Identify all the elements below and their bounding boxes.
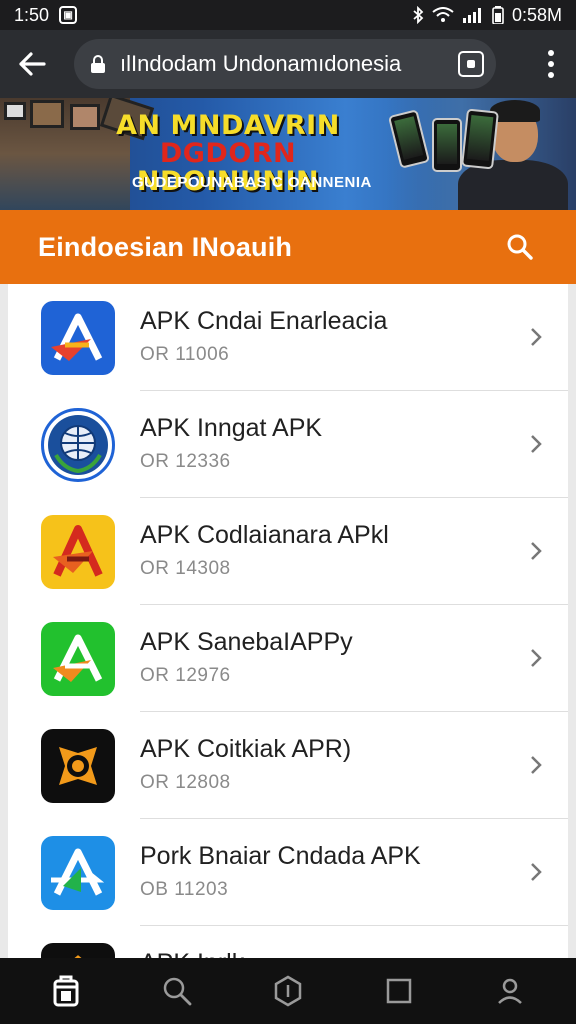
promo-banner[interactable]: AN MNDAVRIN DGDORN NDOINUNIN GUDEPOUNABA… bbox=[0, 98, 576, 210]
list-item[interactable]: APK Inrlk bbox=[8, 926, 568, 958]
banner-phone bbox=[387, 109, 431, 169]
url-text: ılIndodam Undonamıdonesia bbox=[120, 51, 402, 76]
app-name: Pork Bnaiar Cndada APK bbox=[140, 842, 421, 870]
search-button[interactable] bbox=[502, 229, 538, 265]
status-bar: 1:50 ▣ 0:58M bbox=[0, 0, 576, 30]
menu-dot bbox=[548, 61, 554, 67]
app-code: OR 14308 bbox=[140, 558, 231, 579]
yellow-a-icon bbox=[41, 514, 115, 589]
square-icon bbox=[386, 978, 412, 1004]
app-code: OB 11203 bbox=[140, 879, 229, 900]
chevron-right-icon bbox=[524, 536, 548, 566]
banner-phone bbox=[432, 118, 462, 172]
app-list-container: APK Cndai Enarleacia OR 11006 APK Inngat… bbox=[0, 284, 576, 958]
app-name: APK Inrlk bbox=[140, 948, 244, 958]
list-item[interactable]: APK SanebaIAPPy OR 12976 bbox=[8, 605, 568, 712]
tabs-button[interactable] bbox=[458, 51, 484, 77]
battery-icon bbox=[492, 6, 504, 24]
search-icon bbox=[507, 234, 533, 260]
app-code: OR 12808 bbox=[140, 772, 231, 793]
list-item[interactable]: Pork Bnaiar Cndada APK OB 11203 bbox=[8, 819, 568, 926]
page-title: Eindoesian INoauih bbox=[38, 231, 293, 262]
status-time-left: 1:50 bbox=[14, 4, 50, 25]
store-bag-icon bbox=[53, 975, 79, 1007]
lock-icon bbox=[90, 54, 112, 74]
nav-search-button[interactable] bbox=[152, 966, 202, 1016]
nav-back-button[interactable] bbox=[263, 966, 313, 1016]
app-name: APK SanebaIAPPy bbox=[140, 628, 353, 656]
banner-photo-frame bbox=[30, 100, 64, 128]
chevron-right-icon bbox=[524, 643, 548, 673]
menu-dot bbox=[548, 72, 554, 78]
app-code: OR 12336 bbox=[140, 451, 231, 472]
address-bar[interactable]: ılIndodam Undonamıdonesia bbox=[74, 39, 496, 89]
nav-home-button[interactable] bbox=[41, 966, 91, 1016]
overflow-menu-button[interactable] bbox=[536, 42, 566, 86]
app-name: APK Cndai Enarleacia bbox=[140, 307, 388, 335]
orange-gear-icon bbox=[41, 728, 115, 803]
list-item[interactable]: APK Codlaianara APkl OR 14308 bbox=[8, 498, 568, 605]
chevron-right-icon bbox=[524, 322, 548, 352]
profile-icon bbox=[498, 978, 523, 1004]
app-code: OR 11006 bbox=[140, 344, 230, 365]
app-name: APK Inngat APK bbox=[140, 414, 323, 442]
banner-subtitle: GUDEPOUNABAS C OANNENIA bbox=[132, 174, 372, 191]
banner-right-scene bbox=[386, 98, 576, 210]
blue-a-icon bbox=[41, 300, 115, 375]
app-list: APK Cndai Enarleacia OR 11006 APK Inngat… bbox=[8, 284, 568, 958]
list-item[interactable]: APK Cndai Enarleacia OR 11006 bbox=[8, 284, 568, 391]
chevron-right-icon bbox=[524, 857, 548, 887]
banner-photo-frame bbox=[4, 102, 26, 120]
bluetooth-icon bbox=[412, 6, 424, 24]
search-icon bbox=[163, 977, 192, 1006]
back-button[interactable] bbox=[10, 42, 54, 86]
nav-profile-button[interactable] bbox=[485, 966, 535, 1016]
bottom-navigation bbox=[0, 958, 576, 1024]
green-a-icon bbox=[41, 621, 115, 696]
chevron-right-icon bbox=[524, 750, 548, 780]
banner-headline-line1: AN MNDAVRIN bbox=[116, 110, 340, 141]
chevron-right-icon bbox=[524, 429, 548, 459]
menu-dot bbox=[548, 50, 554, 56]
back-arrow-icon bbox=[19, 52, 46, 76]
globe-emblem-icon bbox=[41, 407, 115, 482]
app-header: Eindoesian INoauih bbox=[0, 210, 576, 284]
list-item[interactable]: APK Inngat APK OR 12336 bbox=[8, 391, 568, 498]
banner-headline-red: DGDORN bbox=[159, 138, 297, 169]
list-item[interactable]: APK Coitkiak APR) OR 12808 bbox=[8, 712, 568, 819]
browser-toolbar: ılIndodam Undonamıdonesia bbox=[0, 30, 576, 98]
signal-icon bbox=[462, 7, 484, 23]
app-name: APK Codlaianara APkl bbox=[140, 521, 389, 549]
app-name: APK Coitkiak APR) bbox=[140, 735, 352, 763]
banner-phone bbox=[461, 108, 499, 170]
nav-recents-button[interactable] bbox=[374, 966, 424, 1016]
app-code: OR 12976 bbox=[140, 665, 231, 686]
hexagon-icon bbox=[274, 975, 302, 1007]
wifi-icon bbox=[432, 7, 454, 23]
notification-icon: ▣ bbox=[59, 6, 78, 24]
status-time-right: 0:58M bbox=[511, 4, 562, 25]
blue-arrow-a-icon bbox=[41, 835, 115, 910]
dark-app-icon bbox=[41, 942, 115, 958]
